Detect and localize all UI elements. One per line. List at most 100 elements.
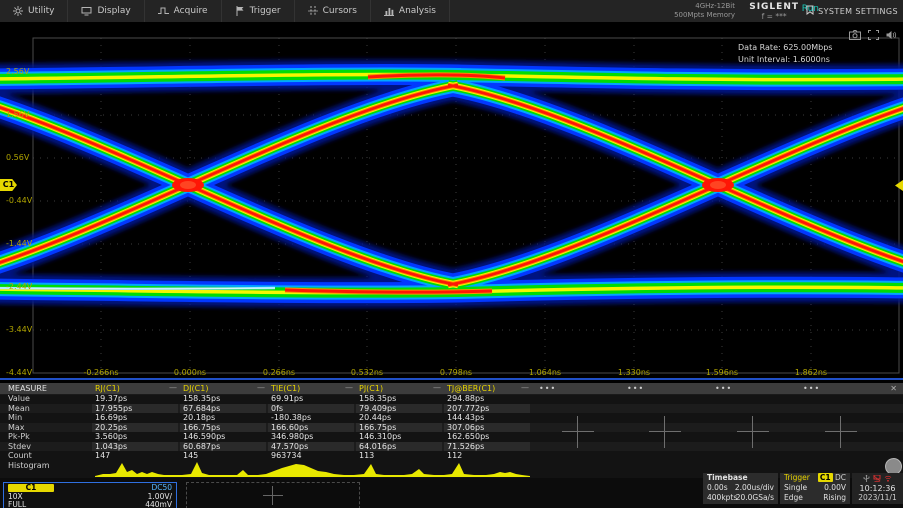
analysis-icon [384,6,394,16]
add-measure-button[interactable] [825,416,857,448]
add-measure-button[interactable] [737,416,769,448]
display-icon [81,6,92,16]
trigger-descriptor[interactable]: Trigger C1 DC Single 0.00V Edge Rising [780,473,850,504]
trigger-level: 0.00V [824,483,846,493]
measure-slot-menu[interactable]: ••• [539,384,556,393]
data-rate-readout: Data Rate: 625.00Mbps [738,43,832,52]
remove-measure-icon[interactable]: — [521,383,529,392]
fullscreen-icon[interactable] [868,25,879,44]
clock-time: 10:12:36 [852,484,903,493]
eye-diagram [0,22,903,383]
menu-utility-label: Utility [28,6,54,16]
y-axis-label: -1.44V [6,239,32,248]
timebase-scale: 2.00us/div [735,483,774,493]
menu-cursors[interactable]: Cursors [295,0,371,22]
remove-measure-icon[interactable]: — [345,383,353,392]
lan-error-icon [873,475,881,484]
x-axis-label: 1.862ns [795,368,827,377]
menu-utility[interactable]: Utility [0,0,68,22]
system-settings-button[interactable]: SYSTEM SETTINGS [806,5,898,17]
x-axis-label: 0.266ns [263,368,295,377]
x-axis-label: 1.596ns [706,368,738,377]
menu-acquire-label: Acquire [174,6,208,16]
measure-slot-menu[interactable]: ••• [627,384,644,393]
measure-panel: MEASURE RJ(C1) — DJ(C1) — TIE(C1) — PJ(C… [0,383,903,478]
y-axis-label: -0.44V [6,196,32,205]
measure-slot-menu[interactable]: ••• [803,384,820,393]
trigger-mode: Single [784,483,807,492]
menu-analysis[interactable]: Analysis [371,0,450,22]
gear-icon [13,6,23,16]
usb-icon [863,475,870,484]
y-axis-label: -4.44V [6,368,32,377]
spec-memory: 500Mpts Memory [674,11,735,20]
close-icon[interactable]: ✕ [890,384,897,393]
add-measure-button[interactable] [649,416,681,448]
measure-row-value: Value 19.37ps158.35ps69.91ps158.35ps294.… [0,394,903,404]
menu-display-label: Display [97,6,130,16]
brand-block: SIGLENT f = *** [749,2,799,21]
waveform-icon [158,6,169,16]
wifi-error-icon [884,475,892,484]
add-channel-button[interactable] [186,482,360,508]
menu-analysis-label: Analysis [399,6,436,16]
y-axis-label: -3.44V [6,325,32,334]
waveform-display: 2.56V 1.56V 0.56V -0.44V -1.44V -2.44V -… [0,22,903,383]
brand-logo-text: SIGLENT [749,2,799,12]
clock-descriptor[interactable]: 10:12:36 2023/11/1 [852,473,903,504]
menu-bar: Utility Display Acquire Trigger Cursors … [0,0,903,23]
x-axis-label: -0.266ns [83,368,118,377]
trigger-slope: Rising [823,493,846,503]
trigger-coupling: DC [835,473,846,482]
timebase-delay: 0.00s [707,483,728,492]
y-axis-label: 0.56V [6,153,29,162]
plot-divider [0,378,903,380]
measure-title: MEASURE [8,384,47,393]
timebase-descriptor[interactable]: Timebase 0.00s 2.00us/div 400kpts 20.0GS… [703,473,778,504]
remove-measure-icon[interactable]: — [169,383,177,392]
trigger-source-badge: C1 [818,473,833,482]
remove-measure-icon[interactable]: — [433,383,441,392]
x-axis-label: 1.064ns [529,368,561,377]
x-axis-label: 0.532ns [351,368,383,377]
jitter-histogram-path [95,462,530,477]
camera-icon[interactable] [849,25,861,44]
channel1-descriptor[interactable]: C1 DC50 10X 1.00V/ FULL 440mV [3,482,177,508]
timebase-srate: 20.0GSa/s [736,493,774,503]
speaker-icon[interactable] [886,25,897,44]
trigger-type: Edge [784,493,803,502]
timebase-title: Timebase [707,473,748,482]
flag-icon [235,6,245,16]
eye-waveform [0,74,903,292]
oscilloscope-screen: Utility Display Acquire Trigger Cursors … [0,0,903,508]
channel1-coupling: DC50 [151,484,172,492]
pin-icon [806,5,814,17]
freq-counter: f = *** [749,12,799,21]
x-axis-label: 0.798ns [440,368,472,377]
y-axis-label: 1.56V [6,110,29,119]
clock-date: 2023/11/1 [852,493,903,502]
spec-bandwidth: 4GHz-12Bit [674,2,735,11]
menu-cursors-label: Cursors [323,6,357,16]
menu-trigger[interactable]: Trigger [222,0,295,22]
system-settings-label: SYSTEM SETTINGS [818,7,898,16]
add-measure-button[interactable] [562,416,594,448]
timebase-mdepth: 400kpts [707,493,737,502]
menu-display[interactable]: Display [68,0,144,22]
cursors-icon [308,6,318,16]
measure-slot-menu[interactable]: ••• [715,384,732,393]
unit-interval-readout: Unit Interval: 1.6000ns [738,55,830,64]
menu-acquire[interactable]: Acquire [145,0,222,22]
measure-row-mean: Mean 17.955ps67.684ps0fs79.409ps207.772p… [0,404,903,414]
x-axis-label: 1.330ns [618,368,650,377]
x-axis-label: 0.000ns [174,368,206,377]
channel1-offset: 440mV [145,501,172,508]
menu-trigger-label: Trigger [250,6,281,16]
trigger-title: Trigger [784,473,810,482]
scope-spec: 4GHz-12Bit 500Mpts Memory [674,2,735,20]
remove-measure-icon[interactable]: — [257,383,265,392]
channel1-bandwidth: FULL [8,500,26,508]
y-axis-label: -2.44V [6,282,32,291]
y-axis-label: 2.56V [6,67,29,76]
menu-items: Utility Display Acquire Trigger Cursors … [0,0,450,22]
